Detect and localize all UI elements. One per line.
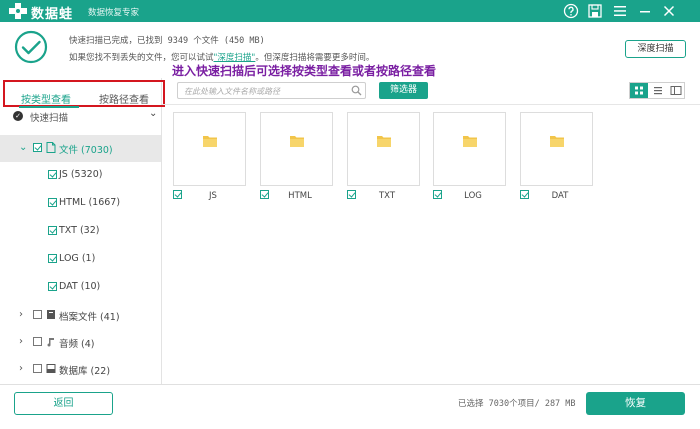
checkbox[interactable] bbox=[48, 198, 57, 207]
file-label-js: JS bbox=[209, 191, 217, 201]
tree-item-label: DAT (10) bbox=[59, 281, 101, 292]
filter-button[interactable]: 筛选器 bbox=[379, 82, 428, 99]
folder-icon bbox=[463, 136, 477, 147]
detail-icon bbox=[670, 86, 682, 95]
annotation-text: 进入快速扫描后可选择按类型查看或者按路径查看 bbox=[172, 64, 437, 78]
title-bar: 数据蛙 数据恢复专家 bbox=[0, 0, 700, 22]
file-label-dat: DAT bbox=[551, 191, 569, 201]
tree-item-label: 音频 (4) bbox=[59, 339, 95, 350]
file-checkbox-log[interactable] bbox=[433, 190, 442, 199]
tree-item-archives[interactable]: › 档案文件 (41) bbox=[0, 302, 161, 329]
help-icon[interactable] bbox=[563, 3, 579, 19]
tree-item-label: 档案文件 (41) bbox=[59, 312, 120, 323]
scan-summary: 快速扫描已完成，已找到 9349 个文件 (450 MB) bbox=[69, 36, 265, 46]
folder-icon bbox=[377, 136, 391, 147]
document-icon bbox=[46, 142, 56, 153]
app-name: 数据蛙 bbox=[31, 7, 74, 22]
deep-scan-button[interactable]: 深度扫描 bbox=[625, 40, 686, 58]
grid-icon bbox=[635, 86, 643, 95]
folder-icon bbox=[203, 136, 217, 147]
tree-item-label: HTML (1667) bbox=[59, 197, 121, 208]
checkbox[interactable] bbox=[33, 364, 42, 373]
checkbox[interactable] bbox=[33, 143, 42, 152]
scan-mode-label: 快速扫描 bbox=[30, 113, 69, 124]
file-card-txt[interactable] bbox=[347, 112, 420, 186]
recover-button[interactable]: 恢复 bbox=[586, 392, 685, 415]
close-icon[interactable] bbox=[661, 3, 677, 19]
database-icon bbox=[46, 364, 56, 373]
list-icon bbox=[654, 87, 662, 95]
tree-item-label: JS (5320) bbox=[59, 169, 103, 180]
audio-icon bbox=[47, 338, 54, 347]
expand-arrow-icon[interactable]: › bbox=[19, 336, 23, 347]
file-label-html: HTML bbox=[288, 191, 312, 201]
search-icon[interactable] bbox=[351, 85, 362, 96]
tree-item-label: 文件 (7030) bbox=[59, 145, 113, 156]
file-checkbox-txt[interactable] bbox=[347, 190, 356, 199]
check-circle-icon: ✓ bbox=[13, 111, 23, 121]
tree-item-log[interactable]: LOG (1) bbox=[0, 246, 161, 273]
checkbox[interactable] bbox=[48, 226, 57, 235]
tree-item-label: TXT (32) bbox=[59, 225, 100, 236]
search-placeholder: 在此处输入文件名称或路径 bbox=[184, 87, 280, 96]
checkbox[interactable] bbox=[48, 254, 57, 263]
list-view-button[interactable] bbox=[649, 83, 667, 98]
expand-arrow-icon[interactable]: ⌄ bbox=[19, 142, 27, 153]
checkbox[interactable] bbox=[48, 170, 57, 179]
app-subtitle: 数据恢复专家 bbox=[88, 8, 140, 18]
expand-arrow-icon[interactable]: › bbox=[19, 363, 23, 374]
tab-by-path[interactable]: 按路径查看 bbox=[99, 91, 149, 106]
tree-item-html[interactable]: HTML (1667) bbox=[0, 190, 161, 217]
file-checkbox-js[interactable] bbox=[173, 190, 182, 199]
divider bbox=[162, 104, 700, 105]
file-label-log: LOG bbox=[464, 191, 482, 201]
tab-by-type[interactable]: 按类型查看 bbox=[21, 91, 71, 106]
checkbox[interactable] bbox=[33, 310, 42, 319]
selection-summary: 已选择 7030个项目/ 287 MB bbox=[458, 399, 576, 409]
checkbox[interactable] bbox=[33, 337, 42, 346]
tree-item-audio[interactable]: › 音频 (4) bbox=[0, 329, 161, 356]
tree-item-js[interactable]: JS (5320) bbox=[0, 162, 161, 189]
expand-arrow-icon[interactable]: › bbox=[19, 309, 23, 320]
archive-icon bbox=[47, 310, 55, 319]
tree-item-dat[interactable]: DAT (10) bbox=[0, 274, 161, 301]
file-card-js[interactable] bbox=[173, 112, 246, 186]
save-icon[interactable] bbox=[587, 3, 603, 19]
app-logo-icon bbox=[9, 3, 27, 19]
tree-item-database[interactable]: › 数据库 (22) bbox=[0, 356, 161, 383]
chevron-down-icon: ⌄ bbox=[149, 108, 158, 119]
checkbox[interactable] bbox=[48, 282, 57, 291]
file-label-txt: TXT bbox=[378, 191, 396, 201]
tree-item-txt[interactable]: TXT (32) bbox=[0, 218, 161, 245]
detail-view-button[interactable] bbox=[667, 83, 685, 98]
file-card-html[interactable] bbox=[260, 112, 333, 186]
menu-icon[interactable] bbox=[612, 3, 628, 19]
file-checkbox-dat[interactable] bbox=[520, 190, 529, 199]
folder-icon bbox=[550, 136, 564, 147]
scan-complete-icon bbox=[14, 30, 48, 64]
grid-view-button[interactable] bbox=[630, 83, 648, 98]
tree-item-label: 数据库 (22) bbox=[59, 366, 111, 377]
tree-item-files[interactable]: ⌄ 文件 (7030) bbox=[0, 135, 161, 162]
file-checkbox-html[interactable] bbox=[260, 190, 269, 199]
divider bbox=[0, 384, 700, 385]
view-tabs: 按类型查看 按路径查看 bbox=[3, 80, 165, 108]
left-panel: 按类型查看 按路径查看 ✓ 快速扫描 ⌄ ⌄ 文件 (7030) JS (532… bbox=[0, 78, 165, 384]
file-card-dat[interactable] bbox=[520, 112, 593, 186]
tree-item-label: LOG (1) bbox=[59, 253, 96, 264]
minimize-icon[interactable] bbox=[637, 3, 653, 19]
view-mode-switcher bbox=[629, 82, 685, 99]
folder-icon bbox=[290, 136, 304, 147]
file-card-log[interactable] bbox=[433, 112, 506, 186]
search-input[interactable]: 在此处输入文件名称或路径 bbox=[177, 82, 366, 99]
back-button[interactable]: 返回 bbox=[14, 392, 113, 415]
scan-mode-select[interactable]: ✓ 快速扫描 ⌄ bbox=[0, 108, 162, 126]
